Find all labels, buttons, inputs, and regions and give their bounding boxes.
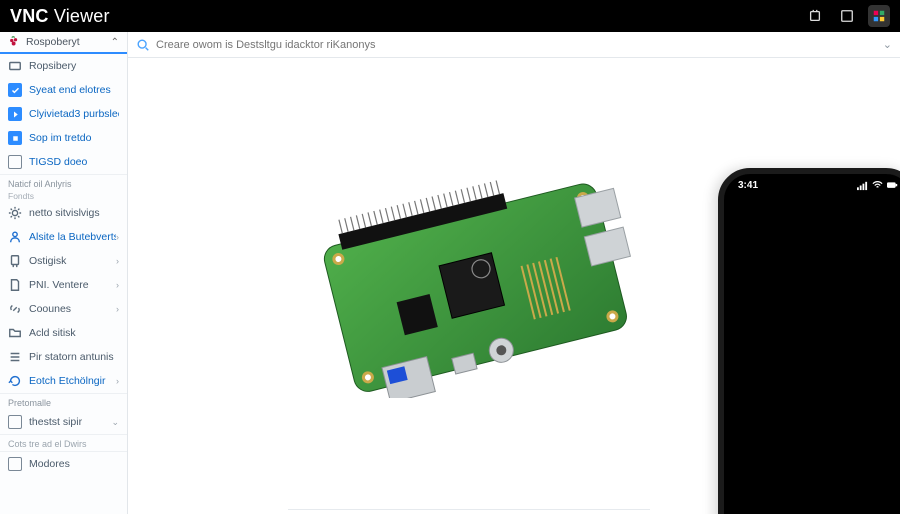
gear-icon <box>8 206 22 220</box>
sidebar-item-modores[interactable]: Modores <box>0 452 127 476</box>
file-icon <box>8 278 22 292</box>
link-icon <box>8 302 22 316</box>
sidebar-item-ropsibery[interactable]: Ropsibery <box>0 54 127 78</box>
chevron-right-icon: › <box>116 232 119 242</box>
window-menu-icon[interactable] <box>868 5 890 27</box>
phone-status-bar: 3:41 <box>738 180 898 191</box>
square-icon <box>8 131 22 145</box>
search-icon <box>136 38 150 52</box>
chevron-right-icon: › <box>116 256 119 266</box>
sidebar: Rospoberyt ⌃ Ropsibery Syeat end elotres… <box>0 32 128 514</box>
sidebar-section-pretomalle: Pretomalle <box>0 394 127 410</box>
app-title: VNC Viewer <box>10 6 110 27</box>
phone-time: 3:41 <box>738 180 758 191</box>
main-area: ⌄ <box>128 32 900 514</box>
battery-icon <box>887 180 898 191</box>
person-icon <box>8 230 22 244</box>
checkbox-icon <box>8 415 22 429</box>
play-icon <box>8 107 22 121</box>
sidebar-section-analysis-sub: Fondts <box>0 191 127 201</box>
folder-icon <box>8 326 22 340</box>
search-bar[interactable]: ⌄ <box>128 32 900 58</box>
sidebar-item-netto[interactable]: netto sitvislvigs <box>0 201 127 225</box>
refresh-icon <box>8 374 22 388</box>
device-icon <box>8 59 22 73</box>
signal-icon <box>857 180 868 191</box>
plug-icon <box>8 254 22 268</box>
chevron-down-icon[interactable]: ⌄ <box>883 38 892 51</box>
phone-screen <box>724 174 900 514</box>
search-input[interactable] <box>156 39 883 51</box>
checkbox-icon <box>8 457 22 471</box>
sidebar-item-ostigisk[interactable]: Ostigisk › <box>0 249 127 273</box>
chevron-right-icon: › <box>116 304 119 314</box>
raspberry-pi-board-image <box>308 158 638 398</box>
wifi-icon <box>872 180 883 191</box>
canvas: 3:41 <box>128 58 900 514</box>
chevron-down-icon: ⌄ <box>111 417 119 428</box>
sidebar-header[interactable]: Rospoberyt ⌃ <box>0 32 127 54</box>
sidebar-section-analysis: Naticf oil Anlyris <box>0 175 127 191</box>
page-edge <box>288 502 650 510</box>
raspberry-icon <box>8 36 20 48</box>
window-expand-icon[interactable] <box>836 5 858 27</box>
titlebar: VNC Viewer <box>0 0 900 32</box>
sidebar-footer-1[interactable]: Cots tre ad el Dwirs <box>0 435 127 451</box>
chevron-up-icon: ⌃ <box>111 37 119 48</box>
sidebar-item-acld[interactable]: Acld sitisk <box>0 321 127 345</box>
sidebar-item-alsite[interactable]: Alsite la Butebverts › <box>0 225 127 249</box>
list-icon <box>8 350 22 364</box>
sidebar-item-coounes[interactable]: Coounes › <box>0 297 127 321</box>
sidebar-item-sop[interactable]: Sop im tretdo <box>0 126 127 150</box>
doc-icon <box>8 155 22 169</box>
sidebar-item-clyivietad[interactable]: Clyivietad3 purbslecl <box>0 102 127 126</box>
window-pin-icon[interactable] <box>804 5 826 27</box>
sidebar-item-thestst[interactable]: thestst sipir ⌄ <box>0 410 127 434</box>
chevron-right-icon: › <box>116 376 119 386</box>
sidebar-item-eotch[interactable]: Eotch Etchölngir › <box>0 369 127 393</box>
sidebar-item-pirstatorn[interactable]: Pir statorn antunis <box>0 345 127 369</box>
check-icon <box>8 83 22 97</box>
sidebar-item-tigsd[interactable]: TIGSD doeo <box>0 150 127 174</box>
sidebar-item-syeat[interactable]: Syeat end elotres <box>0 78 127 102</box>
phone-mockup: 3:41 <box>718 168 900 514</box>
chevron-right-icon: › <box>116 280 119 290</box>
sidebar-item-pni[interactable]: PNI. Ventere › <box>0 273 127 297</box>
